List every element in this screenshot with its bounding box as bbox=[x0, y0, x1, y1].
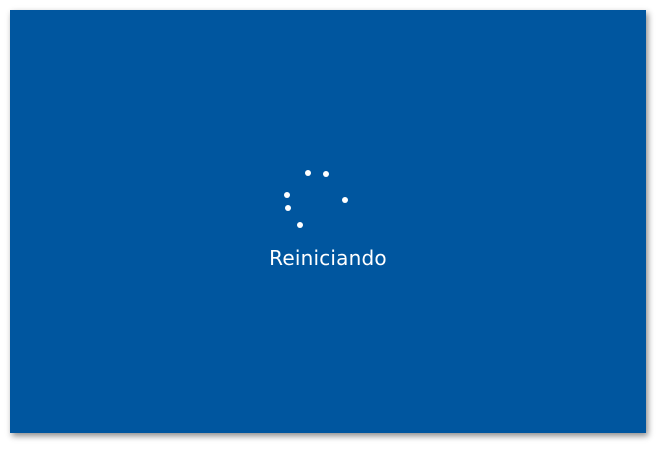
status-text: Reiniciando bbox=[269, 246, 387, 270]
spinner-dot bbox=[297, 222, 303, 228]
spinner-dot bbox=[323, 171, 329, 177]
spinner-dot bbox=[305, 170, 311, 176]
spinner-dot bbox=[284, 192, 290, 198]
loading-spinner-icon bbox=[10, 10, 646, 433]
restart-screen: Reiniciando bbox=[10, 10, 646, 433]
screenshot-frame: Reiniciando bbox=[0, 0, 661, 449]
spinner-dot bbox=[285, 205, 291, 211]
spinner-dot bbox=[342, 197, 348, 203]
